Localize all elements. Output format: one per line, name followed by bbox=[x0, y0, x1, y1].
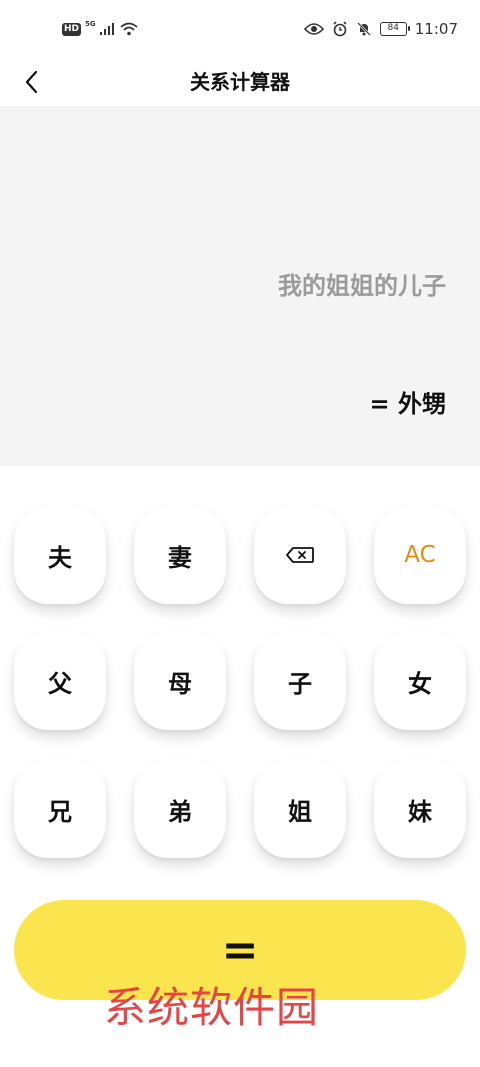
mute-bell-icon bbox=[356, 22, 371, 36]
clear-all-button[interactable]: AC bbox=[374, 506, 466, 604]
key-father[interactable]: 父 bbox=[14, 632, 106, 730]
signal-icon bbox=[99, 23, 114, 35]
expression-text: 我的姐姐的儿子 bbox=[278, 272, 446, 300]
alarm-icon bbox=[333, 21, 347, 37]
status-time: 11:07 bbox=[414, 20, 458, 38]
key-mother[interactable]: 母 bbox=[134, 632, 226, 730]
status-right: 84 11:07 bbox=[303, 20, 458, 38]
key-younger-brother[interactable]: 弟 bbox=[134, 760, 226, 858]
app-bar: 关系计算器 bbox=[0, 58, 480, 106]
key-wife[interactable]: 妻 bbox=[134, 506, 226, 604]
keypad: 夫 妻 AC 父 母 子 女 兄 弟 姐 妹 bbox=[0, 466, 480, 886]
key-daughter[interactable]: 女 bbox=[374, 632, 466, 730]
backspace-icon bbox=[286, 547, 314, 563]
key-husband[interactable]: 夫 bbox=[14, 506, 106, 604]
key-elder-sister[interactable]: 姐 bbox=[254, 760, 346, 858]
hd-badge: HD bbox=[62, 22, 82, 36]
page-title: 关系计算器 bbox=[190, 70, 290, 94]
eye-icon bbox=[303, 23, 324, 35]
status-bar: HD 5G 84 11:07 bbox=[0, 0, 480, 58]
wifi-icon bbox=[120, 22, 138, 36]
network-type: 5G bbox=[85, 20, 96, 28]
watermark-text: 系统软件园 bbox=[104, 983, 320, 1032]
result-text: = 外甥 bbox=[369, 390, 446, 418]
key-younger-sister[interactable]: 妹 bbox=[374, 760, 466, 858]
backspace-button[interactable] bbox=[254, 506, 346, 604]
key-elder-brother[interactable]: 兄 bbox=[14, 760, 106, 858]
battery-icon: 84 bbox=[379, 22, 410, 36]
key-son[interactable]: 子 bbox=[254, 632, 346, 730]
result-display: 我的姐姐的儿子 = 外甥 bbox=[0, 106, 480, 466]
status-left: HD 5G bbox=[62, 20, 138, 36]
